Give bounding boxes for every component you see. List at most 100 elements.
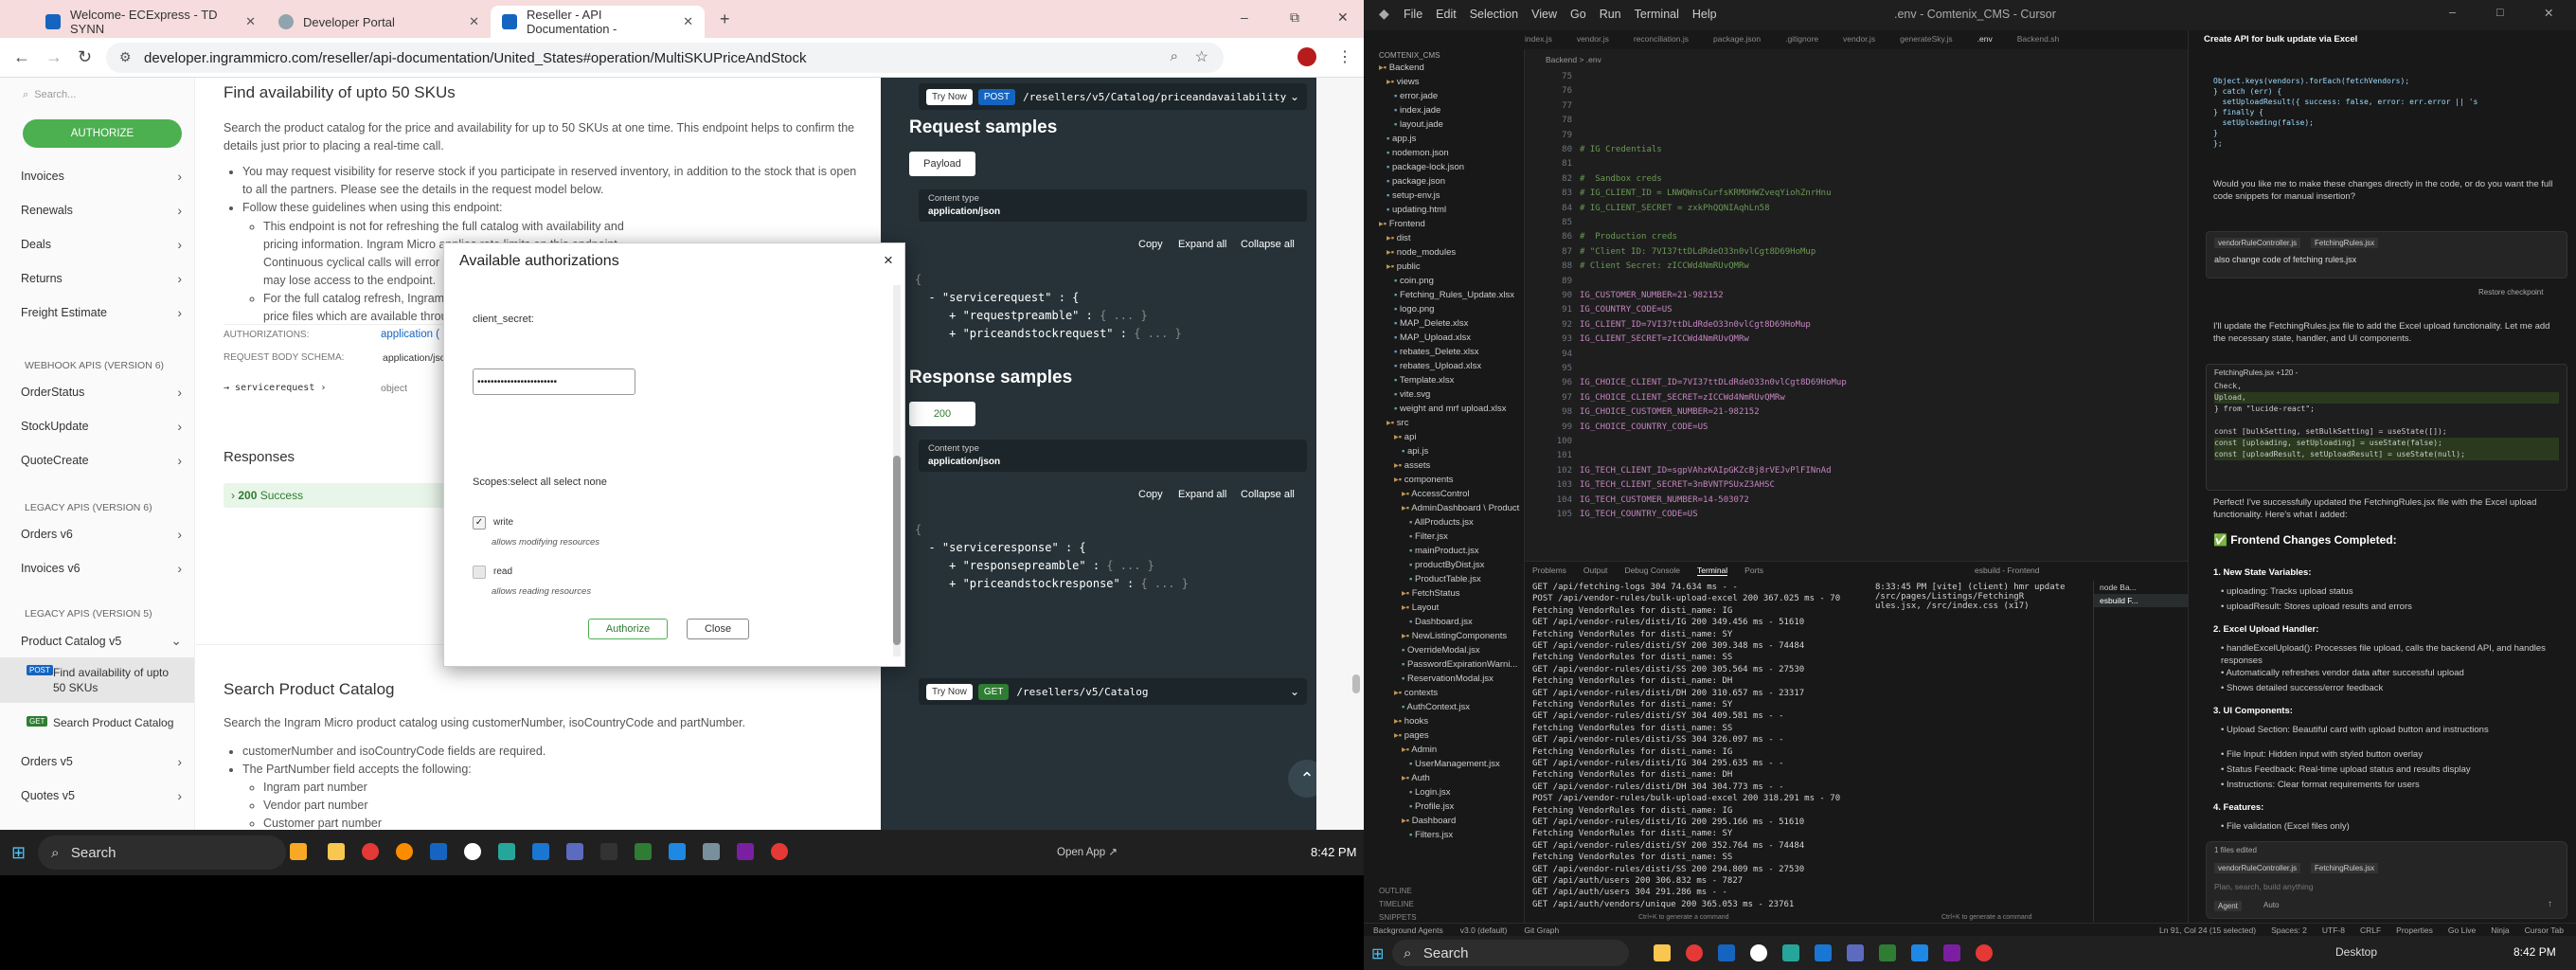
menu-selection[interactable]: Selection — [1470, 8, 1518, 21]
explorer-file[interactable]: ▪ OverrideModal.jsx — [1402, 645, 1480, 656]
collapse-all-button[interactable]: Collapse all — [1241, 489, 1295, 500]
tab-output[interactable]: Output — [1583, 566, 1608, 576]
sidebar-item-invoices[interactable]: Invoices › — [21, 169, 182, 184]
explorer-file[interactable]: ▪ Filter.jsx — [1409, 531, 1448, 542]
get-endpoint-bar[interactable]: Try Now GET /resellers/v5/Catalog ⌄ — [919, 678, 1307, 705]
tab-problems[interactable]: Problems — [1532, 566, 1566, 576]
close-window-button[interactable]: ✕ — [2544, 6, 2553, 20]
sidebar-item-invoices-v6[interactable]: Invoices v6 › — [21, 561, 182, 576]
explorer-file[interactable]: ▪ layout.jade — [1394, 119, 1443, 130]
app-icon[interactable] — [669, 843, 686, 860]
menu-run[interactable]: Run — [1600, 8, 1621, 21]
explorer-folder[interactable]: ▸▪ views — [1386, 77, 1420, 87]
chrome-icon[interactable] — [771, 843, 788, 860]
profile-avatar[interactable] — [1297, 47, 1316, 66]
explorer-file[interactable]: ▪ Template.xlsx — [1394, 375, 1454, 386]
explorer-file[interactable]: ▪ rebates_Delete.xlsx — [1394, 347, 1478, 357]
editor-tab[interactable]: .gitignore — [1785, 34, 1818, 44]
explorer-folder[interactable]: ▸▪ hooks — [1394, 716, 1428, 727]
cursor-icon[interactable] — [600, 843, 617, 860]
app-icon[interactable] — [1750, 944, 1767, 961]
app-icon[interactable] — [703, 843, 720, 860]
menu-edit[interactable]: Edit — [1436, 8, 1457, 21]
explorer-folder[interactable]: ▸▪ pages — [1394, 730, 1429, 741]
modal-scrollbar[interactable] — [893, 285, 901, 656]
explorer-folder[interactable]: ▸▪ AdminDashboard \ Product — [1402, 503, 1519, 513]
close-tab-icon[interactable]: ✕ — [245, 14, 256, 29]
vscode-icon[interactable] — [532, 843, 549, 860]
expand-all-button[interactable]: Expand all — [1178, 239, 1226, 250]
sidebar-item-freight-estimate[interactable]: Freight Estimate › — [21, 305, 182, 320]
explorer-folder[interactable]: ▸▪ assets — [1394, 460, 1430, 471]
sidebar-item-renewals[interactable]: Renewals › — [21, 203, 182, 218]
explorer-file[interactable]: ▪ AllProducts.jsx — [1409, 517, 1474, 528]
modal-close-icon[interactable]: × — [884, 251, 893, 270]
explorer-folder[interactable]: ▸▪ api — [1394, 432, 1416, 442]
close-tab-icon[interactable]: ✕ — [683, 14, 693, 29]
authorizations-link[interactable]: application ( — [381, 329, 439, 340]
scrollbar-thumb[interactable] — [1352, 674, 1360, 693]
response-200-tab[interactable]: 200 — [909, 402, 975, 426]
file-explorer-icon[interactable] — [1654, 944, 1671, 961]
close-window-button[interactable]: ✕ — [1337, 9, 1349, 26]
explorer-file[interactable]: ▪ rebates_Upload.xlsx — [1394, 361, 1481, 371]
tab-terminal[interactable]: Terminal — [1697, 566, 1728, 576]
editor-tab[interactable]: vendor.js — [1843, 34, 1875, 44]
vscode-icon[interactable] — [1815, 944, 1832, 961]
explorer-file[interactable]: ▪ error.jade — [1394, 91, 1438, 101]
editor-tab[interactable]: vendor.js — [1577, 34, 1609, 44]
app-icon[interactable] — [1718, 944, 1735, 961]
explorer-file[interactable]: ▪ package-lock.json — [1386, 162, 1464, 172]
expand-all-button[interactable]: Expand all — [1178, 489, 1226, 500]
excel-icon[interactable] — [635, 843, 652, 860]
explorer-folder[interactable]: ▸▪ Auth — [1402, 773, 1430, 783]
explorer-file[interactable]: ▪ Filters.jsx — [1409, 830, 1453, 840]
sidebar-item-stockupdate[interactable]: StockUpdate › — [21, 419, 182, 434]
servicerequest-field[interactable]: → servicerequest › — [224, 383, 326, 393]
explorer-folder[interactable]: ▸▪ Layout — [1402, 602, 1439, 613]
copy-button[interactable]: Copy — [1138, 489, 1163, 500]
sidebar-item-returns[interactable]: Returns › — [21, 271, 182, 286]
explorer-file[interactable]: ▪ nodemon.json — [1386, 148, 1449, 158]
sidebar-item-orders-v6[interactable]: Orders v6 › — [21, 527, 182, 542]
explorer-file[interactable]: ▪ updating.html — [1386, 205, 1446, 215]
sidebar-item-product-catalog[interactable]: Product Catalog v5 ⌄ — [21, 633, 182, 649]
chat-user-message[interactable]: vendorRuleController.js FetchingRules.js… — [2206, 231, 2567, 278]
tab-ports[interactable]: Ports — [1744, 566, 1763, 576]
authorize-button[interactable]: AUTHORIZE — [23, 119, 182, 148]
onenote-icon[interactable] — [1943, 944, 1960, 961]
model-select[interactable]: Auto — [2263, 901, 2279, 909]
try-now-button[interactable]: Try Now — [926, 683, 973, 700]
explorer-file[interactable]: ▪ productByDist.jsx — [1409, 560, 1484, 570]
sidebar-item-orders-v5[interactable]: Orders v5 › — [21, 754, 182, 769]
explorer-file[interactable]: ▪ ProductTable.jsx — [1409, 574, 1481, 584]
explorer-folder[interactable]: ▸▪ node_modules — [1386, 247, 1456, 258]
chrome-icon[interactable] — [1686, 944, 1703, 961]
desktop-label[interactable]: Desktop — [2335, 945, 2377, 959]
browser-tab-ecexpress[interactable]: Welcome- ECExpress - TD SYNN ✕ — [34, 6, 267, 38]
taskbar-search[interactable]: ⌕ Search — [38, 835, 286, 870]
app-icon[interactable] — [464, 843, 481, 860]
explorer-file[interactable]: ▪ vite.svg — [1394, 389, 1430, 400]
client-secret-input[interactable]: •••••••••••••••••••••••• — [473, 368, 635, 395]
new-tab-button[interactable]: + — [720, 9, 730, 29]
editor-tab[interactable]: generateSky.js — [1900, 34, 1953, 44]
explorer-file[interactable]: ▪ PasswordExpirationWarni... — [1402, 659, 1517, 670]
app-icon[interactable] — [396, 843, 413, 860]
editor-tab[interactable]: reconciliation.js — [1634, 34, 1689, 44]
explorer-file[interactable]: ▪ index.jade — [1394, 105, 1440, 116]
editor-tab[interactable]: package.json — [1713, 34, 1761, 44]
copy-button[interactable]: Copy — [1138, 239, 1163, 250]
select-none-link[interactable]: select none — [554, 476, 607, 488]
menu-view[interactable]: View — [1531, 8, 1557, 21]
editor-tab-active[interactable]: .env — [1977, 34, 1993, 44]
app-icon[interactable] — [566, 843, 583, 860]
explorer-file[interactable]: ▪ AuthContext.jsx — [1402, 702, 1470, 712]
minimize-button[interactable]: – — [2449, 6, 2456, 19]
payload-tab[interactable]: Payload — [909, 152, 975, 176]
open-app-button[interactable]: Open App ↗ — [1057, 845, 1118, 858]
menu-file[interactable]: File — [1404, 8, 1422, 21]
sidebar-search[interactable]: ⌕ Search... — [23, 89, 184, 101]
menu-help[interactable]: Help — [1692, 8, 1717, 21]
scope-read-checkbox[interactable] — [473, 566, 486, 579]
